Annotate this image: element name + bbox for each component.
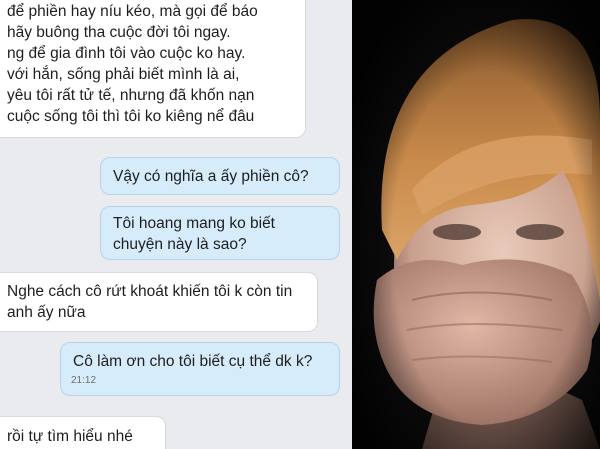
composite-image: để phiền hay níu kéo, mà gọi để báo hãy … [0,0,600,449]
chat-screenshot: để phiền hay níu kéo, mà gọi để báo hãy … [0,0,352,449]
incoming-message: rồi tự tìm hiểu nhé [0,416,166,449]
portrait-illustration [352,0,600,449]
outgoing-message: Vậy có nghĩa a ấy phiền cô? [100,157,340,195]
crying-woman-photo [352,0,600,449]
incoming-message: Nghe cách cô rứt khoát khiến tôi k còn t… [0,272,318,332]
message-timestamp: 21:12 [71,375,97,386]
message-text: Cô làm ơn cho tôi biết cụ thể dk k? [73,353,313,370]
outgoing-message: Tôi hoang mang ko biết chuyện này là sao… [100,206,340,260]
outgoing-message: Cô làm ơn cho tôi biết cụ thể dk k? 21:1… [60,342,340,396]
incoming-message: để phiền hay níu kéo, mà gọi để báo hãy … [0,0,306,138]
